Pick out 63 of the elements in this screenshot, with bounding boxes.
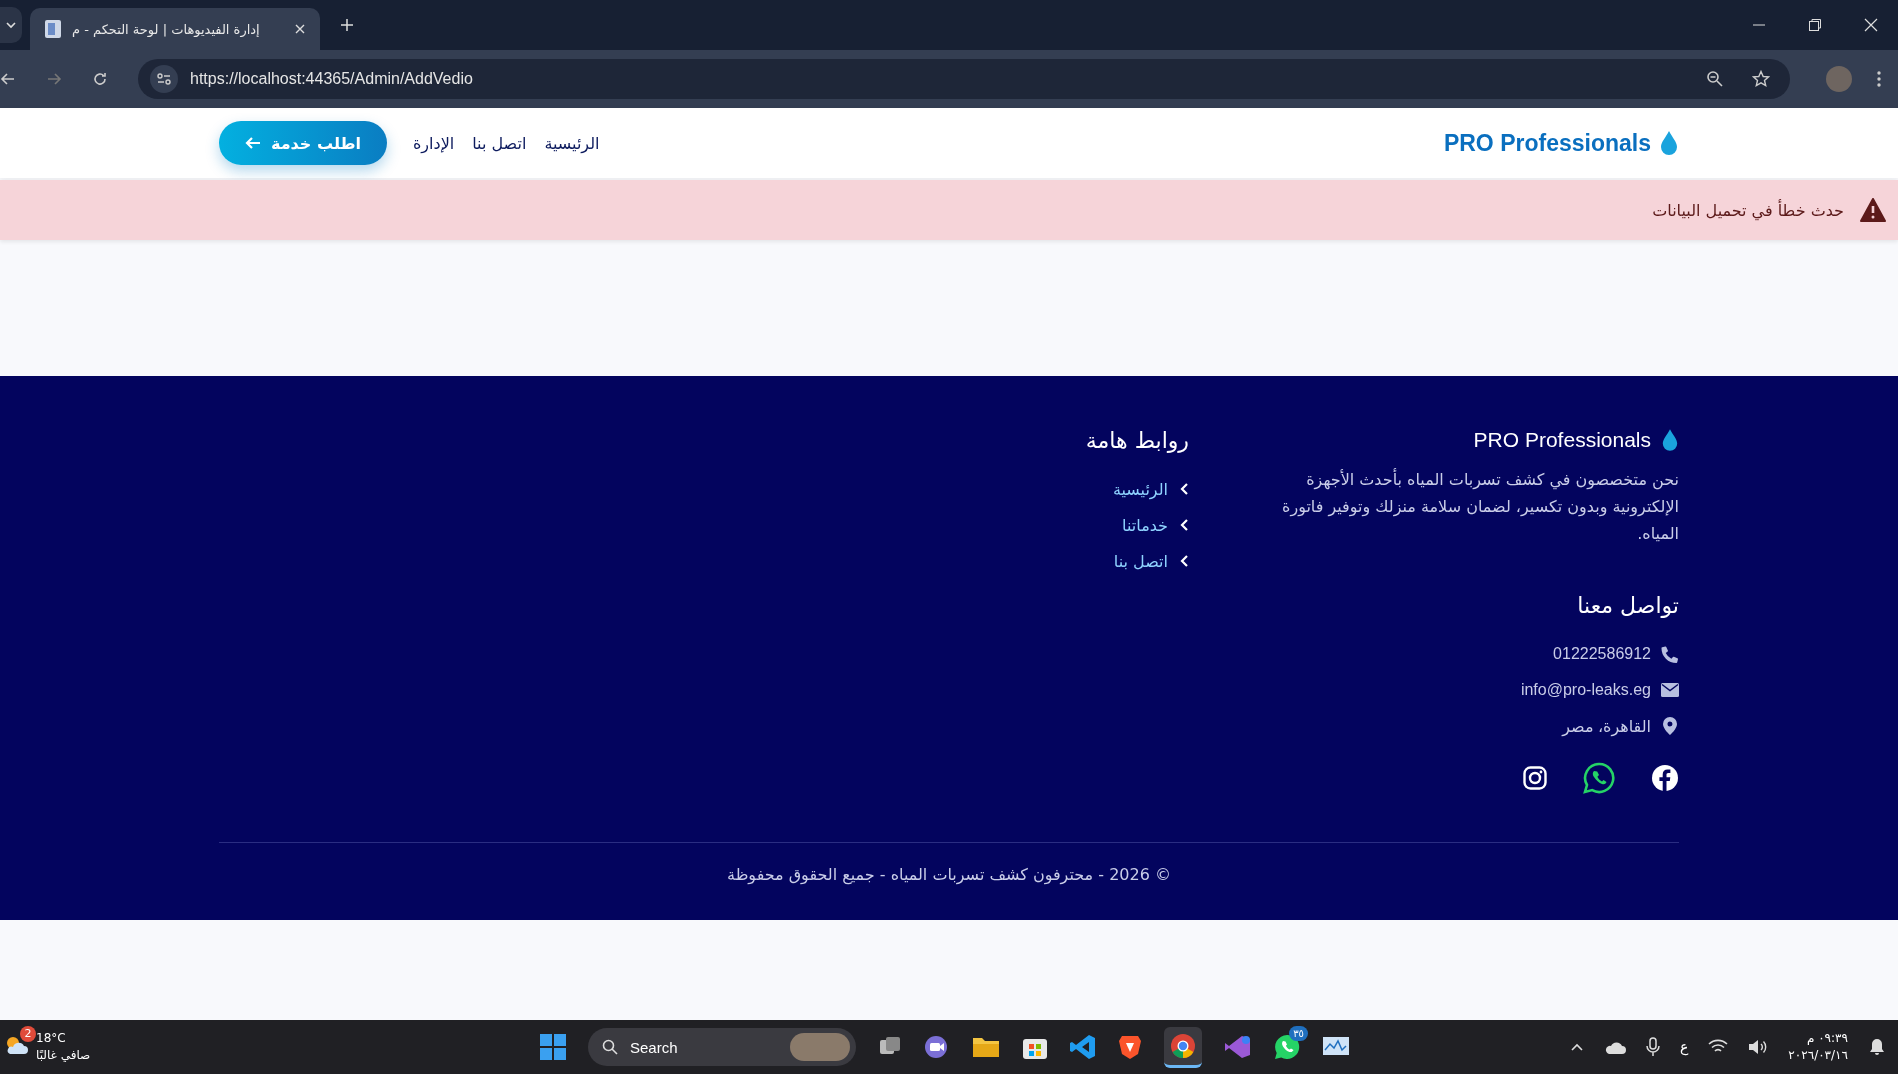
about-text: نحن متخصصون في كشف تسربات المياه بأحدث الأجهزة الإلكترونية وبدون تكسير، لضمان سلامة منزلك وتوفير فاتورة المياه. — [1281, 467, 1679, 545]
contact-text: القاهرة، مصر — [1562, 716, 1651, 736]
clock-date[interactable]: ٢٠٢٦/٠٣/١٦ — [1788, 1047, 1848, 1064]
water-drop-icon — [1661, 428, 1679, 452]
taskbar-search-field[interactable]: Search — [588, 1028, 856, 1066]
contact-text: info@pro-leaks.eg — [1520, 681, 1651, 699]
chevron-left-icon — [1180, 482, 1189, 496]
back-icon[interactable] — [0, 71, 16, 87]
microphone-icon[interactable] — [1646, 1037, 1660, 1057]
warning-icon — [1860, 198, 1886, 222]
chevron-left-icon — [1180, 518, 1189, 532]
clock-time[interactable]: ٠٩:٣٩ م — [1806, 1030, 1848, 1047]
code-editor-icon[interactable] — [1070, 1034, 1096, 1060]
whatsapp-icon[interactable] — [1583, 762, 1615, 794]
site-settings-icon[interactable] — [150, 65, 178, 93]
windows-start-icon[interactable] — [540, 1034, 566, 1060]
temperature-text: 18°C — [36, 1030, 66, 1047]
water-drop-icon — [1659, 130, 1679, 156]
arrow-left-icon — [245, 136, 261, 150]
search-icon — [602, 1039, 618, 1055]
menu-icon[interactable] — [1876, 70, 1882, 88]
contact-text: 01222586912 — [1553, 645, 1651, 663]
forward-icon[interactable] — [46, 71, 62, 87]
section-heading: روابط هامة — [1085, 428, 1189, 453]
close-icon[interactable] — [294, 23, 306, 35]
facebook-icon[interactable] — [1651, 764, 1679, 792]
map-pin-icon — [1661, 717, 1679, 735]
footer-link[interactable]: اتصل بنا — [1113, 543, 1189, 579]
browser-icon[interactable] — [1170, 1032, 1196, 1059]
brand-logo[interactable]: PRO Professionals — [1443, 129, 1651, 157]
browser-tab[interactable]: إدارة الفيديوهات | لوحة التحكم - م — [30, 8, 320, 50]
video-chat-icon[interactable] — [924, 1035, 950, 1059]
notification-badge: 2 — [20, 1026, 36, 1042]
footer-link[interactable]: الرئيسية — [1112, 471, 1189, 507]
tab-title: إدارة الفيديوهات | لوحة التحكم - م — [72, 21, 261, 37]
language-indicator[interactable]: ع — [1680, 1039, 1689, 1055]
nav-link[interactable]: الإدارة — [413, 133, 455, 153]
reload-icon[interactable] — [92, 71, 108, 87]
address-field[interactable]: https://localhost:44365/Admin/AddVedio — [138, 59, 1790, 99]
bell-icon[interactable] — [1868, 1038, 1886, 1056]
phone-icon — [1661, 645, 1679, 663]
restore-icon[interactable] — [1808, 18, 1822, 32]
instagram-icon[interactable] — [1523, 766, 1547, 790]
cloud-icon[interactable] — [1604, 1039, 1626, 1055]
document-icon — [44, 19, 62, 39]
star-icon[interactable] — [1752, 70, 1770, 88]
notification-badge: ٣٥ — [1289, 1026, 1308, 1041]
footer-brand: PRO Professionals — [1473, 428, 1651, 452]
speaker-icon[interactable] — [1748, 1039, 1769, 1055]
envelope-icon — [1661, 683, 1679, 697]
request-service-button[interactable]: اطلب خدمة — [219, 121, 387, 165]
zoom-out-icon[interactable] — [1706, 70, 1724, 88]
new-tab-icon[interactable] — [340, 18, 354, 32]
weather-text: صافي غالبًا — [36, 1047, 91, 1064]
alert-message: حدث خطأ في تحميل البيانات — [1652, 200, 1844, 220]
close-icon[interactable] — [1864, 18, 1878, 32]
nav-link[interactable]: اتصل بنا — [472, 133, 527, 153]
chevron-left-icon — [1180, 554, 1189, 568]
copyright-text: © 2026 - محترفون كشف تسربات المياه - جميع الحقوق محفوظة — [726, 865, 1172, 884]
section-heading: تواصل معنا — [1577, 593, 1679, 618]
footer-link[interactable]: خدماتنا — [1122, 507, 1189, 543]
nav-link[interactable]: الرئيسية — [544, 133, 600, 153]
folder-icon[interactable] — [972, 1035, 1000, 1059]
